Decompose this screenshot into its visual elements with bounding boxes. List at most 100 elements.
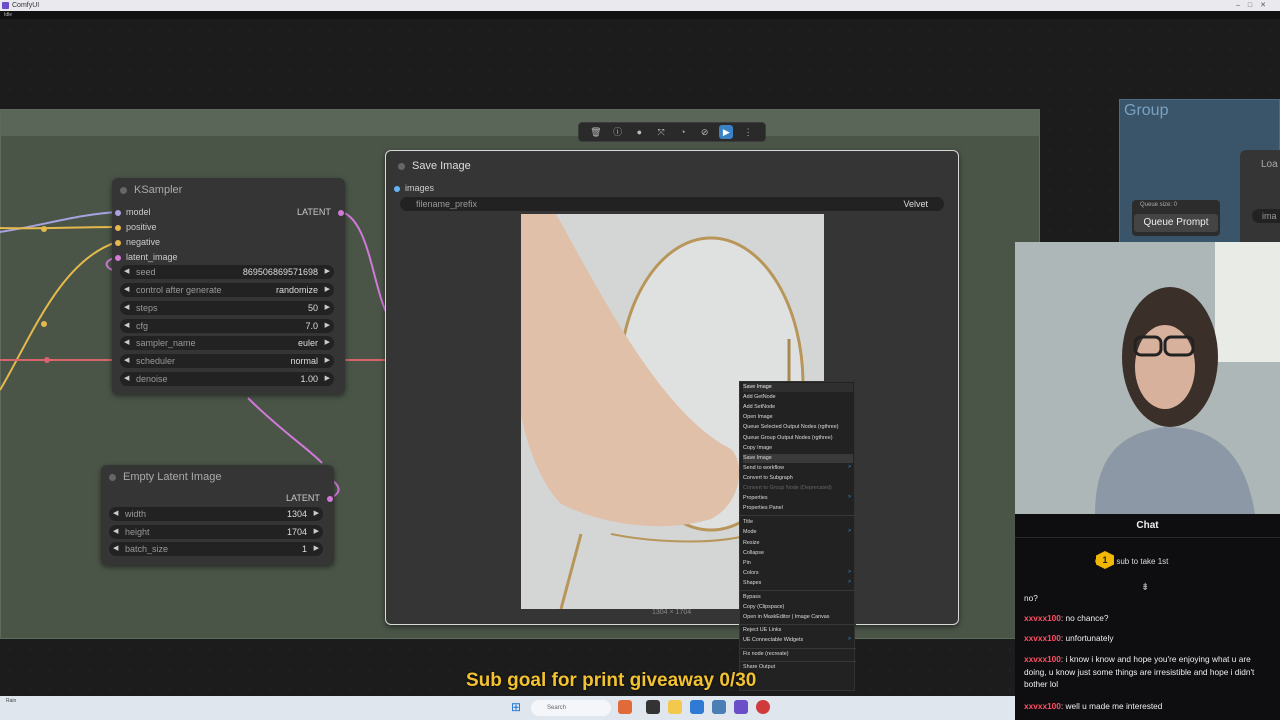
context-menu-item: Save Image bbox=[743, 383, 853, 392]
folder-icon[interactable] bbox=[668, 700, 682, 714]
info-icon[interactable]: ⓘ bbox=[611, 125, 625, 139]
context-menu-item[interactable]: Add GetNode bbox=[743, 393, 853, 402]
denoise-widget[interactable]: ◀ denoise 1.00 ▶ bbox=[120, 372, 334, 386]
context-menu-item[interactable]: Convert to Subgraph bbox=[743, 474, 853, 483]
app-icon[interactable] bbox=[712, 700, 726, 714]
context-menu-item[interactable]: Bypass bbox=[743, 593, 853, 602]
queue-panel: Queue size: 0 Queue Prompt bbox=[1132, 200, 1220, 236]
height-widget[interactable]: ◀ height 1704 ▶ bbox=[109, 525, 323, 539]
menu-separator bbox=[740, 590, 856, 591]
mute-icon[interactable]: ⊘ bbox=[698, 125, 712, 139]
context-menu-item[interactable]: Share Output bbox=[743, 663, 853, 672]
window-title: ComfyUI bbox=[12, 2, 40, 9]
trash-icon[interactable]: 🗑 bbox=[589, 125, 603, 139]
seed-widget[interactable]: ◀ seed 869506869571698 ▶ bbox=[120, 265, 334, 279]
context-menu-item[interactable]: Copy Image bbox=[743, 444, 853, 453]
cfg-widget[interactable]: ◀ cfg 7.0 ▶ bbox=[120, 319, 334, 333]
batch-size-widget[interactable]: ◀ batch_size 1 ▶ bbox=[109, 542, 323, 556]
input-slot-model[interactable]: model bbox=[115, 205, 151, 219]
window-titlebar: ComfyUI –□✕ bbox=[0, 0, 1280, 11]
context-menu-item[interactable]: Resize bbox=[743, 539, 853, 548]
queue-prompt-button[interactable]: Queue Prompt bbox=[1134, 214, 1218, 232]
context-menu-item[interactable]: Pin bbox=[743, 559, 853, 568]
submenu-arrow-icon: > bbox=[847, 494, 851, 501]
context-menu-item[interactable]: Copy (Clipspace) bbox=[743, 603, 853, 612]
input-slot-images[interactable]: images bbox=[394, 181, 434, 195]
menu-separator bbox=[740, 624, 856, 626]
context-menu-item[interactable]: Shapes bbox=[743, 579, 853, 588]
context-menu-item[interactable]: Add SetNode bbox=[743, 403, 853, 412]
context-menu-item[interactable]: Open in MaskEditor | Image Canvas bbox=[743, 613, 853, 622]
input-slot-latent[interactable]: latent_image bbox=[115, 250, 178, 264]
context-menu-item[interactable]: Save Image bbox=[743, 453, 853, 463]
steps-widget[interactable]: ◀ steps 50 ▶ bbox=[120, 301, 334, 315]
color-icon[interactable]: ● bbox=[632, 125, 646, 139]
input-slot-positive[interactable]: positive bbox=[115, 220, 157, 234]
bypass-icon[interactable]: ⤧ bbox=[654, 125, 668, 139]
weather-widget[interactable]: Rain bbox=[6, 698, 16, 704]
context-menu-item[interactable]: Send to workflow bbox=[743, 464, 853, 473]
context-menu-item[interactable]: Properties bbox=[743, 494, 853, 503]
more-icon[interactable]: ⋮ bbox=[741, 125, 755, 139]
output-slot-latent[interactable]: LATENT bbox=[286, 491, 334, 505]
submenu-arrow-icon: > bbox=[847, 568, 851, 575]
image-widget[interactable]: ima bbox=[1252, 209, 1280, 223]
menu-separator bbox=[740, 515, 856, 517]
save-image-node[interactable]: Save Image images filename_prefix Velvet… bbox=[385, 150, 959, 625]
chat-message: xxvxx100: no chance? bbox=[1024, 613, 1109, 623]
empty-latent-node[interactable]: Empty Latent Image LATENT ◀ width 1304 ▶ ◀ h… bbox=[101, 465, 334, 565]
node-title: Loa bbox=[1261, 159, 1278, 170]
context-menu-item[interactable]: UE Connectable Widgets bbox=[743, 636, 853, 645]
context-menu-item[interactable]: Collapse bbox=[743, 549, 853, 558]
node-title: Empty Latent Image bbox=[101, 465, 334, 489]
scheduler-widget[interactable]: ◀ scheduler normal ▶ bbox=[120, 354, 334, 368]
run-icon[interactable]: ▶ bbox=[719, 125, 734, 139]
context-menu-item[interactable]: Title bbox=[743, 518, 853, 527]
context-menu-item[interactable]: Fix node (recreate) bbox=[743, 650, 853, 659]
context-menu-item[interactable]: Open Image bbox=[743, 413, 853, 422]
input-slot-negative[interactable]: negative bbox=[115, 235, 160, 249]
node-title: KSampler bbox=[112, 178, 345, 202]
filename-prefix-widget[interactable]: filename_prefix Velvet bbox=[400, 197, 944, 211]
load-node-partial[interactable]: Loa ima bbox=[1240, 150, 1280, 250]
mask-icon[interactable]: ◔ bbox=[676, 125, 690, 139]
context-menu-item[interactable]: Reject UE Links bbox=[743, 626, 853, 635]
context-menu-item[interactable]: Properties Panel bbox=[743, 504, 853, 513]
submenu-arrow-icon: > bbox=[847, 578, 851, 585]
group-main-header[interactable] bbox=[1, 110, 1039, 136]
app-icon bbox=[2, 2, 9, 9]
app-icon[interactable] bbox=[646, 700, 660, 714]
chat-message: xxvxx100: unfortunately bbox=[1024, 633, 1114, 643]
comfyui-icon[interactable] bbox=[734, 700, 748, 714]
context-menu-item[interactable]: Colors bbox=[743, 569, 853, 578]
submenu-arrow-icon: > bbox=[847, 528, 851, 535]
windows-start-icon[interactable]: ⊞ bbox=[511, 701, 524, 714]
sampler-name-widget[interactable]: ◀ sampler_name euler ▶ bbox=[120, 336, 334, 350]
control-after-generate-widget[interactable]: ◀ control after generate randomize ▶ bbox=[120, 283, 334, 297]
taskbar-search[interactable]: Search bbox=[531, 700, 611, 716]
context-menu-item: Convert to Group Node (Deprecated) bbox=[743, 485, 832, 491]
webcam-image bbox=[1015, 242, 1280, 514]
chat-title: Chat bbox=[1015, 514, 1280, 538]
comfyui-screen: ComfyUI –□✕ Idle Group 🗑 ⓘ ● ⤧ ◔ ⊘ ▶ ⋮ K… bbox=[0, 0, 1280, 720]
window-controls[interactable]: –□✕ bbox=[1236, 0, 1274, 11]
sub-goal-overlay: Sub goal for print giveaway 0/30 bbox=[466, 670, 757, 691]
context-menu-item[interactable]: Queue Group Output Nodes (rgthree) bbox=[743, 434, 853, 443]
width-widget[interactable]: ◀ width 1304 ▶ bbox=[109, 507, 323, 521]
node-title: Save Image bbox=[386, 151, 958, 181]
context-menu-item[interactable]: Mode bbox=[743, 528, 853, 537]
ksampler-node[interactable]: KSampler model positive negative latent_… bbox=[112, 178, 345, 394]
app-icon[interactable] bbox=[618, 700, 632, 714]
context-menu: Save Image Add GetNode Add SetNode Open Ima… bbox=[739, 381, 856, 691]
chat-message: no? bbox=[1024, 593, 1038, 603]
output-slot-latent[interactable]: LATENT bbox=[297, 205, 345, 219]
menu-separator bbox=[740, 660, 856, 662]
menubar: Idle bbox=[0, 11, 1280, 19]
edge-icon[interactable] bbox=[690, 700, 704, 714]
webcam-feed bbox=[1015, 242, 1280, 514]
obs-icon[interactable] bbox=[756, 700, 770, 714]
chat-panel: Chat Gift 1 sub to take 1st ⇟ no? xxvxx1… bbox=[1015, 514, 1280, 720]
submenu-arrow-icon: > bbox=[847, 636, 851, 643]
context-menu-item[interactable]: Queue Selected Output Nodes (rgthree) bbox=[743, 423, 853, 432]
selection-toolbar: 🗑 ⓘ ● ⤧ ◔ ⊘ ▶ ⋮ bbox=[578, 122, 766, 142]
